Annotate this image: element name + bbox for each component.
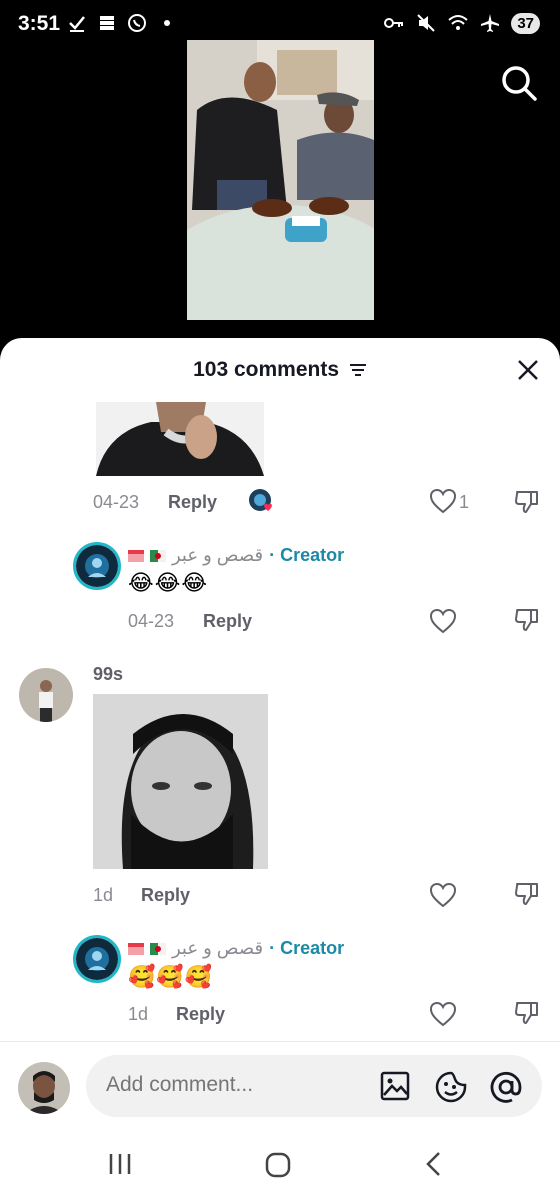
notification-icons bbox=[66, 12, 178, 34]
comment-photo bbox=[96, 402, 264, 476]
close-icon bbox=[518, 360, 538, 380]
image-button[interactable] bbox=[380, 1071, 410, 1106]
back-button[interactable] bbox=[423, 1151, 445, 1182]
search-button[interactable] bbox=[500, 64, 538, 102]
key-icon bbox=[383, 12, 405, 34]
creator-username: قصص و عبر bbox=[172, 545, 264, 565]
comment-date: 1d bbox=[128, 1004, 149, 1024]
close-button[interactable] bbox=[516, 358, 540, 382]
search-icon bbox=[502, 66, 537, 101]
my-avatar[interactable] bbox=[18, 1062, 70, 1114]
recents-icon bbox=[109, 1154, 131, 1174]
airplane-icon bbox=[479, 12, 501, 34]
home-icon bbox=[265, 1152, 291, 1178]
flag-icon bbox=[150, 942, 166, 955]
my-avatar-image bbox=[18, 1062, 70, 1114]
comment-text: 🥰🥰🥰 bbox=[128, 964, 214, 989]
video-preview[interactable] bbox=[187, 40, 374, 320]
system-nav-bar bbox=[0, 1129, 560, 1200]
stack-icon bbox=[96, 12, 118, 34]
heart-icon bbox=[429, 882, 457, 908]
creator-tag: · Creator bbox=[269, 938, 345, 958]
heart-icon bbox=[429, 488, 457, 514]
sort-icon[interactable] bbox=[349, 362, 367, 378]
whatsapp-icon bbox=[126, 12, 148, 34]
thumbs-down-icon bbox=[515, 491, 538, 513]
comment-image[interactable] bbox=[93, 694, 268, 869]
video-frame bbox=[187, 40, 374, 320]
heart-icon bbox=[429, 608, 457, 634]
creator-name-row[interactable]: قصص و عبر · Creator bbox=[128, 938, 344, 959]
comment-input-bar bbox=[0, 1041, 560, 1129]
user-avatar[interactable] bbox=[19, 668, 73, 722]
heart-icon bbox=[429, 1001, 457, 1027]
status-time: 3:51 bbox=[18, 12, 61, 35]
image-icon bbox=[380, 1071, 410, 1101]
system-icons: 37 bbox=[383, 12, 540, 34]
sticker-button[interactable] bbox=[435, 1071, 467, 1108]
flag-icon bbox=[128, 549, 144, 562]
creator-avatar-image bbox=[76, 938, 118, 980]
like-button[interactable] bbox=[429, 488, 457, 519]
like-button[interactable] bbox=[429, 608, 457, 639]
flag-icon bbox=[128, 942, 144, 955]
reply-button[interactable]: Reply bbox=[203, 611, 252, 632]
wifi-icon bbox=[447, 12, 469, 34]
comment-text: 😂😂😂 bbox=[128, 570, 209, 595]
creator-avatar[interactable] bbox=[73, 935, 121, 983]
reply-button[interactable]: Reply bbox=[168, 492, 217, 513]
mention-button[interactable] bbox=[490, 1071, 522, 1108]
thumbs-down-icon bbox=[515, 609, 538, 631]
back-icon bbox=[426, 1152, 440, 1176]
comment-date: 04-23 bbox=[128, 611, 175, 631]
recent-apps-button[interactable] bbox=[107, 1151, 133, 1182]
thumbs-down-icon bbox=[515, 1002, 538, 1024]
creator-name-row[interactable]: قصص و عبر · Creator bbox=[128, 545, 344, 566]
creator-liked-icon bbox=[249, 489, 272, 511]
user-avatar-image bbox=[19, 668, 73, 722]
reply-button[interactable]: Reply bbox=[176, 1004, 225, 1025]
home-button[interactable] bbox=[264, 1151, 292, 1184]
creator-username: قصص و عبر bbox=[172, 938, 264, 958]
dislike-button[interactable] bbox=[513, 880, 541, 913]
sheet-header: 103 comments bbox=[0, 338, 560, 402]
battery-level: 37 bbox=[511, 12, 540, 34]
like-count: 1 bbox=[459, 492, 470, 512]
comment-input-field[interactable] bbox=[86, 1055, 542, 1117]
comment-image[interactable] bbox=[96, 402, 264, 476]
creator-avatar[interactable] bbox=[73, 542, 121, 590]
dislike-button[interactable] bbox=[513, 606, 541, 639]
dislike-button[interactable] bbox=[513, 488, 541, 521]
reply-button[interactable]: Reply bbox=[141, 885, 190, 906]
like-button[interactable] bbox=[429, 1001, 457, 1032]
creator-liked-badge bbox=[248, 488, 276, 516]
comments-title-text: 103 comments bbox=[193, 358, 340, 381]
emoji-sticker-icon bbox=[435, 1071, 467, 1103]
check-icon bbox=[66, 12, 88, 34]
like-button[interactable] bbox=[429, 882, 457, 913]
at-mention-icon bbox=[490, 1071, 522, 1103]
dot-icon bbox=[156, 12, 178, 34]
comments-count-title[interactable]: 103 comments bbox=[0, 358, 560, 382]
comment-date: 04-23 bbox=[93, 492, 140, 512]
mute-icon bbox=[415, 12, 437, 34]
comment-date: 1d bbox=[93, 885, 114, 905]
comment-photo bbox=[93, 694, 268, 869]
thumbs-down-icon bbox=[515, 883, 538, 905]
dislike-button[interactable] bbox=[513, 999, 541, 1032]
creator-tag: · Creator bbox=[269, 545, 345, 565]
add-comment-input[interactable] bbox=[106, 1073, 366, 1097]
screen: 3:51 37 103 comments 04-23 Reply 1 قصص و… bbox=[0, 0, 560, 1200]
creator-avatar-image bbox=[76, 545, 118, 587]
flag-icon bbox=[150, 549, 166, 562]
comment-author[interactable]: 99s bbox=[93, 664, 123, 685]
